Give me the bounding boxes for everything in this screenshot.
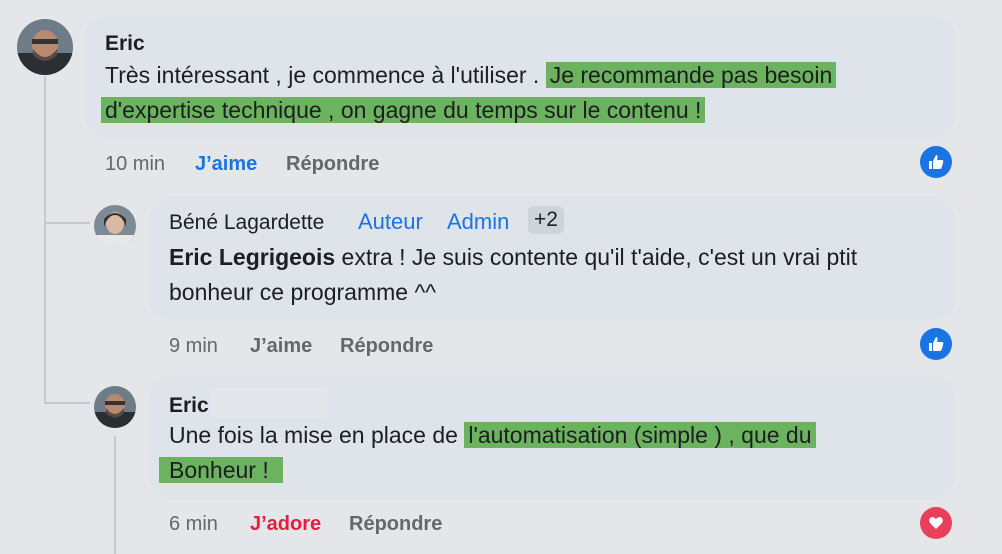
comment-text: Eric Legrigeois extra ! Je suis contente… xyxy=(169,240,949,310)
comment-text-plain: Très intéressant , je commence à l'utili… xyxy=(105,62,546,88)
comment-text: Une fois la mise en place de l'automatis… xyxy=(159,418,949,488)
comment-text-line: extra ! Je suis contente qu'il t'aide, c… xyxy=(335,244,858,270)
thread-branch xyxy=(44,222,90,224)
love-button[interactable]: J’adore xyxy=(250,513,321,536)
like-button[interactable]: J’aime xyxy=(250,335,312,358)
like-button[interactable]: J’aime xyxy=(195,153,257,176)
mention[interactable]: Eric Legrigeois xyxy=(169,244,335,270)
reply-button[interactable]: Répondre xyxy=(349,513,442,536)
badge-more[interactable]: +2 xyxy=(528,206,564,234)
highlighted-text: Bonheur ! xyxy=(159,457,283,483)
highlighted-text: Je recommande pas besoin xyxy=(545,62,837,88)
highlighted-text: l'automatisation (simple ) , que du xyxy=(464,422,816,448)
highlighted-text: d'expertise technique , on gagne du temp… xyxy=(101,97,706,123)
comment-time[interactable]: 9 min xyxy=(169,335,218,358)
comment-author[interactable]: Eric xyxy=(105,32,145,56)
avatar[interactable] xyxy=(17,19,73,75)
comment-text-line: bonheur ce programme ^^ xyxy=(169,279,437,305)
love-icon[interactable] xyxy=(920,507,952,539)
badge-author[interactable]: Auteur xyxy=(358,209,423,235)
comment-author[interactable]: Béné Lagardette xyxy=(169,211,324,235)
badge-admin[interactable]: Admin xyxy=(447,209,509,235)
comment-text: Très intéressant , je commence à l'utili… xyxy=(101,58,945,128)
avatar[interactable] xyxy=(94,386,136,428)
redacted-name xyxy=(210,388,328,418)
avatar[interactable] xyxy=(94,205,136,247)
thread-line xyxy=(114,436,116,554)
like-icon[interactable] xyxy=(920,146,952,178)
reply-button[interactable]: Répondre xyxy=(286,153,379,176)
comment-author[interactable]: Eric xyxy=(169,394,209,418)
like-icon[interactable] xyxy=(920,328,952,360)
comment-time[interactable]: 6 min xyxy=(169,513,218,536)
thread-line xyxy=(44,76,46,402)
thread-branch xyxy=(44,402,90,404)
comment-text-plain: Une fois la mise en place de xyxy=(169,422,465,448)
comment-time[interactable]: 10 min xyxy=(105,153,165,176)
reply-button[interactable]: Répondre xyxy=(340,335,433,358)
